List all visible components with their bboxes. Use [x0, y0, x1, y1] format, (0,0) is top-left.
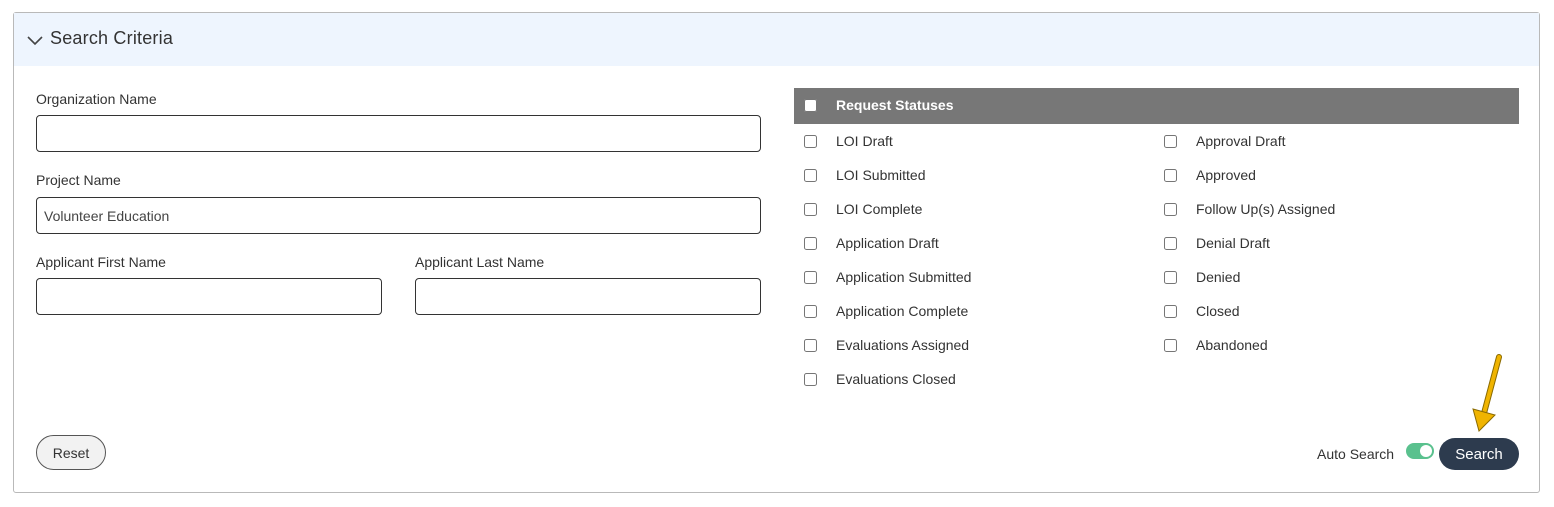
status-checkbox-application-draft[interactable]: [804, 236, 817, 250]
status-item-approved[interactable]: Approved: [1164, 165, 1256, 185]
status-item-application-draft[interactable]: Application Draft: [804, 233, 939, 253]
status-checkbox-loi-complete[interactable]: [804, 202, 817, 216]
status-checkbox-closed[interactable]: [1164, 304, 1177, 318]
status-item-denied[interactable]: Denied: [1164, 267, 1240, 287]
status-item-approval-draft[interactable]: Approval Draft: [1164, 131, 1285, 151]
status-label: Closed: [1196, 303, 1240, 319]
status-checkbox-approved[interactable]: [1164, 168, 1177, 182]
project-name-label: Project Name: [36, 172, 121, 188]
applicant-first-name-label: Applicant First Name: [36, 254, 166, 270]
status-item-loi-draft[interactable]: LOI Draft: [804, 131, 893, 151]
status-label: Application Submitted: [836, 269, 972, 285]
request-statuses-title: Request Statuses: [836, 97, 954, 113]
status-label: Approval Draft: [1196, 133, 1286, 149]
select-all-statuses-checkbox[interactable]: [804, 99, 817, 112]
status-item-application-submitted[interactable]: Application Submitted: [804, 267, 971, 287]
applicant-last-name-input[interactable]: [415, 278, 761, 315]
status-checkbox-evaluations-assigned[interactable]: [804, 338, 817, 352]
status-item-closed[interactable]: Closed: [1164, 301, 1240, 321]
status-label: LOI Draft: [836, 133, 893, 149]
status-checkbox-denial-draft[interactable]: [1164, 236, 1177, 250]
status-item-loi-submitted[interactable]: LOI Submitted: [804, 165, 926, 185]
project-name-input[interactable]: [36, 197, 761, 234]
status-label: Denied: [1196, 269, 1241, 285]
applicant-last-name-label: Applicant Last Name: [415, 254, 545, 270]
status-item-evaluations-closed[interactable]: Evaluations Closed: [804, 369, 956, 389]
status-label: Approved: [1196, 167, 1256, 183]
status-checkbox-approval-draft[interactable]: [1164, 134, 1177, 148]
request-statuses-header: Request Statuses: [794, 88, 1519, 124]
status-label: Evaluations Assigned: [836, 337, 970, 353]
status-item-application-complete[interactable]: Application Complete: [804, 301, 968, 321]
applicant-first-name-input[interactable]: [36, 278, 382, 315]
reset-button[interactable]: Reset: [36, 435, 106, 470]
panel-title: Search Criteria: [50, 28, 174, 48]
status-item-denial-draft[interactable]: Denial Draft: [1164, 233, 1270, 253]
status-item-follow-up-s-assigned[interactable]: Follow Up(s) Assigned: [1164, 199, 1335, 219]
search-criteria-header[interactable]: Search Criteria: [14, 13, 1539, 66]
status-label: Application Complete: [836, 303, 969, 319]
organization-name-input[interactable]: [36, 115, 761, 152]
arrow-pointer-icon: [1472, 354, 1502, 432]
status-checkbox-application-submitted[interactable]: [804, 270, 817, 284]
status-label: LOI Complete: [836, 201, 923, 217]
status-checkbox-loi-draft[interactable]: [804, 134, 817, 148]
status-checkbox-evaluations-closed[interactable]: [804, 372, 817, 386]
status-item-evaluations-assigned[interactable]: Evaluations Assigned: [804, 335, 969, 355]
organization-name-label: Organization Name: [36, 91, 157, 107]
auto-search-toggle[interactable]: [1406, 443, 1434, 459]
search-criteria-panel: Search Criteria Organization Name Projec…: [13, 12, 1540, 493]
status-label: Denial Draft: [1196, 235, 1270, 251]
search-button[interactable]: Search: [1439, 438, 1519, 470]
status-item-loi-complete[interactable]: LOI Complete: [804, 199, 922, 219]
status-item-abandoned[interactable]: Abandoned: [1164, 335, 1268, 355]
status-checkbox-abandoned[interactable]: [1164, 338, 1177, 352]
status-label: Application Draft: [836, 235, 939, 251]
status-label: Abandoned: [1196, 337, 1268, 353]
status-label: Follow Up(s) Assigned: [1196, 201, 1336, 217]
status-checkbox-application-complete[interactable]: [804, 304, 817, 318]
status-checkbox-denied[interactable]: [1164, 270, 1177, 284]
toggle-knob: [1420, 445, 1432, 457]
chevron-down-icon[interactable]: [26, 31, 44, 49]
status-checkbox-follow-up-s-assigned[interactable]: [1164, 202, 1177, 216]
status-checkbox-loi-submitted[interactable]: [804, 168, 817, 182]
auto-search-label: Auto Search: [1317, 446, 1395, 462]
status-label: LOI Submitted: [836, 167, 926, 183]
status-label: Evaluations Closed: [836, 371, 956, 387]
